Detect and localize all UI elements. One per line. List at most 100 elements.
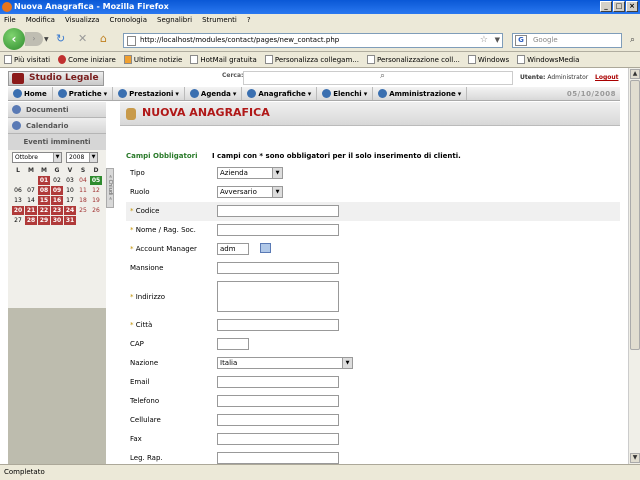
bookmark-item[interactable]: Personalizzazione coll...: [366, 52, 460, 67]
nav-anagrafiche[interactable]: Anagrafiche ▾: [242, 87, 318, 100]
bookmark-item[interactable]: Personalizza collegam...: [264, 52, 359, 67]
nav-pratiche[interactable]: Pratiche ▾: [53, 87, 114, 100]
calendar-day[interactable]: 11: [77, 186, 89, 195]
vertical-scrollbar[interactable]: ▲ ▼: [628, 68, 640, 464]
back-button[interactable]: ‹: [3, 28, 25, 50]
required-note-row: Campi Obbligatori I campi con * sono obb…: [126, 150, 620, 162]
calendar-day[interactable]: 05: [90, 176, 102, 185]
calendar-day[interactable]: 12: [90, 186, 102, 195]
calendar-day[interactable]: 26: [90, 206, 102, 215]
field-email: Email: [126, 373, 620, 392]
calendar-day[interactable]: 21: [25, 206, 37, 215]
calendar-day[interactable]: 20: [12, 206, 24, 215]
calendar-day[interactable]: 16: [51, 196, 63, 205]
nazione-select[interactable]: Italia ▼: [217, 357, 353, 369]
menu-visualizza[interactable]: Visualizza: [65, 14, 99, 26]
calendar-day[interactable]: 09: [51, 186, 63, 195]
close-button[interactable]: ×: [626, 1, 638, 12]
calendar-day[interactable]: 02: [51, 176, 63, 185]
calendar-day[interactable]: 07: [25, 186, 37, 195]
calendar-day[interactable]: 19: [90, 196, 102, 205]
bookmark-item[interactable]: HotMail gratuita: [190, 52, 257, 67]
indirizzo-textarea[interactable]: [217, 281, 339, 312]
scroll-up-icon[interactable]: ▲: [630, 69, 640, 79]
history-dropdown-icon[interactable]: ▼: [44, 36, 49, 43]
bookmark-item[interactable]: Windows: [467, 52, 509, 67]
nav-prestazioni[interactable]: Prestazioni ▾: [113, 87, 185, 100]
month-select[interactable]: Ottobre ▼: [12, 152, 62, 163]
address-book-icon[interactable]: [260, 243, 271, 253]
minimize-button[interactable]: _: [600, 1, 612, 12]
logout-link[interactable]: Logout: [595, 74, 619, 81]
calendar-day[interactable]: 08: [38, 186, 50, 195]
calendar-day[interactable]: 18: [77, 196, 89, 205]
menu-modifica[interactable]: Modifica: [26, 14, 55, 26]
home-icon[interactable]: ⌂: [100, 33, 107, 44]
nav-home[interactable]: Home: [8, 87, 53, 100]
calendar-day[interactable]: 17: [64, 196, 76, 205]
sidebar-item-documenti[interactable]: Documenti: [8, 102, 106, 118]
bookmark-item[interactable]: WindowsMedia: [517, 52, 579, 67]
bookmark-icon: [4, 55, 12, 64]
scroll-thumb[interactable]: [630, 80, 640, 350]
calendar-day[interactable]: 10: [64, 186, 76, 195]
calendar-day[interactable]: 22: [38, 206, 50, 215]
calendar-day[interactable]: 29: [38, 216, 50, 225]
leg-rap-input[interactable]: [217, 452, 339, 464]
calendar-day[interactable]: 25: [77, 206, 89, 215]
forward-button[interactable]: ›: [25, 32, 43, 46]
menu-segnalibri[interactable]: Segnalibri: [157, 14, 192, 26]
fax-input[interactable]: [217, 433, 339, 445]
cap-input[interactable]: [217, 338, 249, 350]
calendar-day[interactable]: 24: [64, 206, 76, 215]
calendar-day[interactable]: 28: [25, 216, 37, 225]
search-icon[interactable]: ⌕: [630, 34, 635, 47]
menu-file[interactable]: File: [4, 14, 16, 26]
calendar-day[interactable]: 04: [77, 176, 89, 185]
calendar-day[interactable]: 01: [38, 176, 50, 185]
scroll-down-icon[interactable]: ▼: [630, 453, 640, 463]
app-search-input[interactable]: [243, 71, 513, 85]
bookmark-star-icon[interactable]: ☆: [480, 34, 488, 47]
nome-input[interactable]: [217, 224, 339, 236]
address-bar[interactable]: http://localhost/modules/contact/pages/n…: [123, 33, 503, 48]
nav-agenda[interactable]: Agenda ▾: [185, 87, 243, 100]
calendar-day[interactable]: 30: [51, 216, 63, 225]
nav-elenchi[interactable]: Elenchi ▾: [317, 87, 374, 100]
telefono-input[interactable]: [217, 395, 339, 407]
calendar-day[interactable]: 13: [12, 196, 24, 205]
calendar-day[interactable]: 15: [38, 196, 50, 205]
cellulare-input[interactable]: [217, 414, 339, 426]
bookmark-item[interactable]: Come iniziare: [58, 52, 116, 67]
bookmark-item[interactable]: Ultime notizie: [123, 52, 182, 67]
reload-icon[interactable]: ↻: [56, 33, 65, 44]
calendar-day[interactable]: 31: [64, 216, 76, 225]
maximize-button[interactable]: □: [613, 1, 625, 12]
stop-icon[interactable]: ✕: [78, 33, 87, 44]
citta-input[interactable]: [217, 319, 339, 331]
google-icon[interactable]: G: [515, 35, 527, 46]
calendar-day[interactable]: 06: [12, 186, 24, 195]
calendar-day[interactable]: 14: [25, 196, 37, 205]
menu-help[interactable]: ?: [247, 14, 251, 26]
bookmark-item[interactable]: Più visitati: [4, 52, 50, 67]
calendar-day[interactable]: 27: [12, 216, 24, 225]
year-select[interactable]: 2008 ▼: [66, 152, 98, 163]
mansione-input[interactable]: [217, 262, 339, 274]
menu-cronologia[interactable]: Cronologia: [109, 14, 147, 26]
nav-amministrazione[interactable]: Amministrazione ▾: [373, 87, 468, 100]
codice-input[interactable]: [217, 205, 339, 217]
menu-strumenti[interactable]: Strumenti: [202, 14, 237, 26]
app-search-icon[interactable]: ⌕: [380, 71, 385, 81]
sidebar-item-calendario[interactable]: Calendario: [8, 118, 106, 134]
account-manager-input[interactable]: adm: [217, 243, 249, 255]
calendar-day[interactable]: 03: [64, 176, 76, 185]
app-logo[interactable]: Studio Legale: [8, 71, 104, 86]
url-dropdown-icon[interactable]: ▼: [495, 34, 500, 47]
calendar-day[interactable]: 23: [51, 206, 63, 215]
ruolo-select[interactable]: Avversario ▼: [217, 186, 283, 198]
email-input[interactable]: [217, 376, 339, 388]
tipo-select[interactable]: Azienda ▼: [217, 167, 283, 179]
search-box[interactable]: G Google ⌕: [512, 33, 635, 48]
collapse-sidebar-tab[interactable]: « Chiudi «: [106, 168, 114, 208]
